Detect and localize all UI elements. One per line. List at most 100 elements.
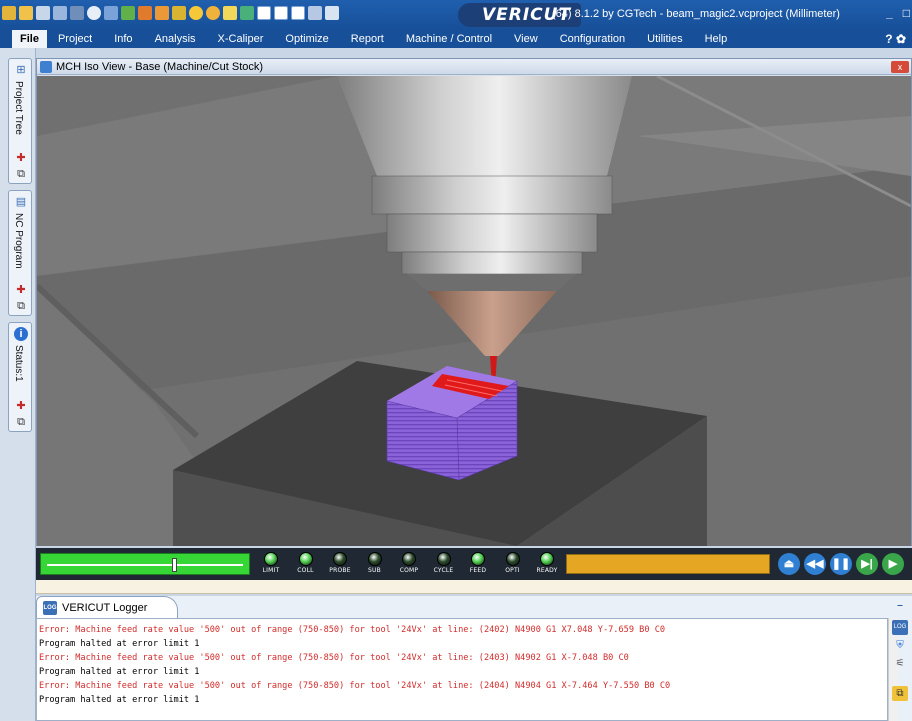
led-sub: SUB [358,550,392,578]
led-bulb-icon [505,552,520,566]
filter-icon[interactable]: ⚟ [892,656,908,671]
save-as-icon[interactable] [53,6,67,20]
led-label: COLL [297,567,314,574]
led-bulb-icon [402,552,416,566]
undock-icon[interactable]: ⧉ [14,415,28,429]
led-bulb-icon [367,552,382,566]
pin-icon[interactable]: ✚ [14,399,28,413]
led-ready: READY [530,550,564,578]
menu-view[interactable]: View [503,30,549,48]
minimize-icon[interactable]: – [892,598,908,613]
led-bulb-icon [333,552,347,566]
view-title: MCH Iso View - Base (Machine/Cut Stock) [56,60,264,73]
menu-project[interactable]: Project [47,30,103,48]
led-cycle: CYCLE [427,550,461,578]
nc-program-icon: ▤ [15,196,27,208]
dock-tab-label: Project Tree [13,81,24,135]
machine-3d-view[interactable] [37,76,911,546]
optimize-icon[interactable] [138,6,152,20]
led-label: SUB [368,567,381,574]
open-icon[interactable] [2,6,16,20]
menu-info[interactable]: Info [103,30,143,48]
pin-icon[interactable]: ✚ [14,283,28,297]
log-icon[interactable]: LOG [892,620,908,635]
animation-speed-slider[interactable] [40,553,250,575]
left-dock: ⊞ Project Tree ✚ ⧉ ▤ NC Program ✚ ⧉ i St… [0,48,36,721]
spindle-head [337,76,632,176]
machine-icon[interactable] [172,6,186,20]
led-label: OPTI [505,567,520,574]
undock-icon[interactable]: ⧉ [14,167,28,181]
simulation-control-bar: LIMIT COLL PROBE SUB COMP CYCLE FEED OPTI READY … [36,548,912,580]
quick-access-toolbar [2,6,339,20]
play-icon[interactable]: ▶ [882,553,904,575]
eject-icon[interactable]: ⏏ [778,553,800,575]
menu-help[interactable]: Help [694,30,739,48]
slider-thumb[interactable] [172,558,178,572]
pin-icon[interactable]: ✚ [14,151,28,165]
cycle-icon[interactable] [206,6,220,20]
report-icon[interactable] [155,6,169,20]
layout-split-icon[interactable] [274,6,288,20]
menu-analysis[interactable]: Analysis [144,30,207,48]
minimize-button[interactable]: _ [886,6,893,20]
step-icon[interactable]: ▶| [856,553,878,575]
rewind-icon[interactable]: ◀◀ [804,553,826,575]
logger-side-toolbar: – LOG ⛨ ⚟ ⧉ [888,598,912,721]
config-icon[interactable] [223,6,237,20]
led-probe: PROBE [323,550,357,578]
x-caliper-icon[interactable] [121,6,135,20]
led-bulb-icon [264,552,278,566]
layout-single-icon[interactable] [257,6,271,20]
log-line: Program halted at error limit 1 [39,695,200,705]
led-label: LIMIT [262,567,280,574]
folder-icon[interactable] [19,6,33,20]
menu-bar: File Project Info Analysis X-Caliper Opt… [0,30,912,48]
led-opti: OPTI [496,550,530,578]
utilities-icon[interactable] [325,6,339,20]
log-line: Program halted at error limit 1 [39,639,200,649]
logger-tab-label: VERICUT Logger [62,601,148,614]
dock-tab-project-tree[interactable]: ⊞ Project Tree ✚ ⧉ [8,58,32,184]
logger-panel: LOG VERICUT Logger Error: Machine feed r… [36,596,912,721]
menu-machine-control[interactable]: Machine / Control [395,30,503,48]
menu-x-caliper[interactable]: X-Caliper [207,30,275,48]
undock-icon[interactable]: ⧉ [14,299,28,313]
menu-report[interactable]: Report [340,30,395,48]
menu-file[interactable]: File [12,30,47,48]
led-coll: COLL [289,550,323,578]
compare-icon[interactable] [104,6,118,20]
tool-icon[interactable] [70,6,84,20]
log-line: Error: Machine feed rate value '500' out… [39,653,629,663]
logger-tab[interactable]: LOG VERICUT Logger [36,596,178,618]
info-icon[interactable] [87,6,101,20]
help-settings-icons[interactable]: ? ✿ [885,30,906,48]
led-label: READY [536,567,558,574]
pause-icon[interactable]: ❚❚ [830,553,852,575]
led-label: PROBE [329,567,351,574]
shield-icon[interactable]: ⛨ [892,638,908,653]
view-title-bar: MCH Iso View - Base (Machine/Cut Stock) … [37,59,911,75]
grid-icon[interactable] [240,6,254,20]
dock-tab-nc-program[interactable]: ▤ NC Program ✚ ⧉ [8,190,32,316]
title-bar: VERICUT (64) 8.1.2 by CGTech - beam_magi… [0,0,912,30]
export-icon[interactable]: ⧉ [892,686,908,701]
layout-stack-icon[interactable] [291,6,305,20]
menu-configuration[interactable]: Configuration [549,30,636,48]
led-comp: COMP [392,550,426,578]
log-line: Program halted at error limit 1 [39,667,200,677]
dock-tab-label: Status:1 [13,345,24,382]
save-icon[interactable] [36,6,50,20]
dock-tab-status[interactable]: i Status:1 ✚ ⧉ [8,322,32,432]
maximize-button[interactable]: □ [903,6,910,20]
logger-text[interactable]: Error: Machine feed rate value '500' out… [36,618,888,721]
close-icon[interactable]: x [891,61,909,73]
log-line: Error: Machine feed rate value '500' out… [39,625,666,635]
bulb-icon[interactable] [189,6,203,20]
led-label: CYCLE [433,567,454,574]
led-label: COMP [399,567,419,574]
menu-utilities[interactable]: Utilities [636,30,693,48]
menu-optimize[interactable]: Optimize [274,30,339,48]
view-icon[interactable] [308,6,322,20]
view-panel: MCH Iso View - Base (Machine/Cut Stock) … [36,58,912,546]
